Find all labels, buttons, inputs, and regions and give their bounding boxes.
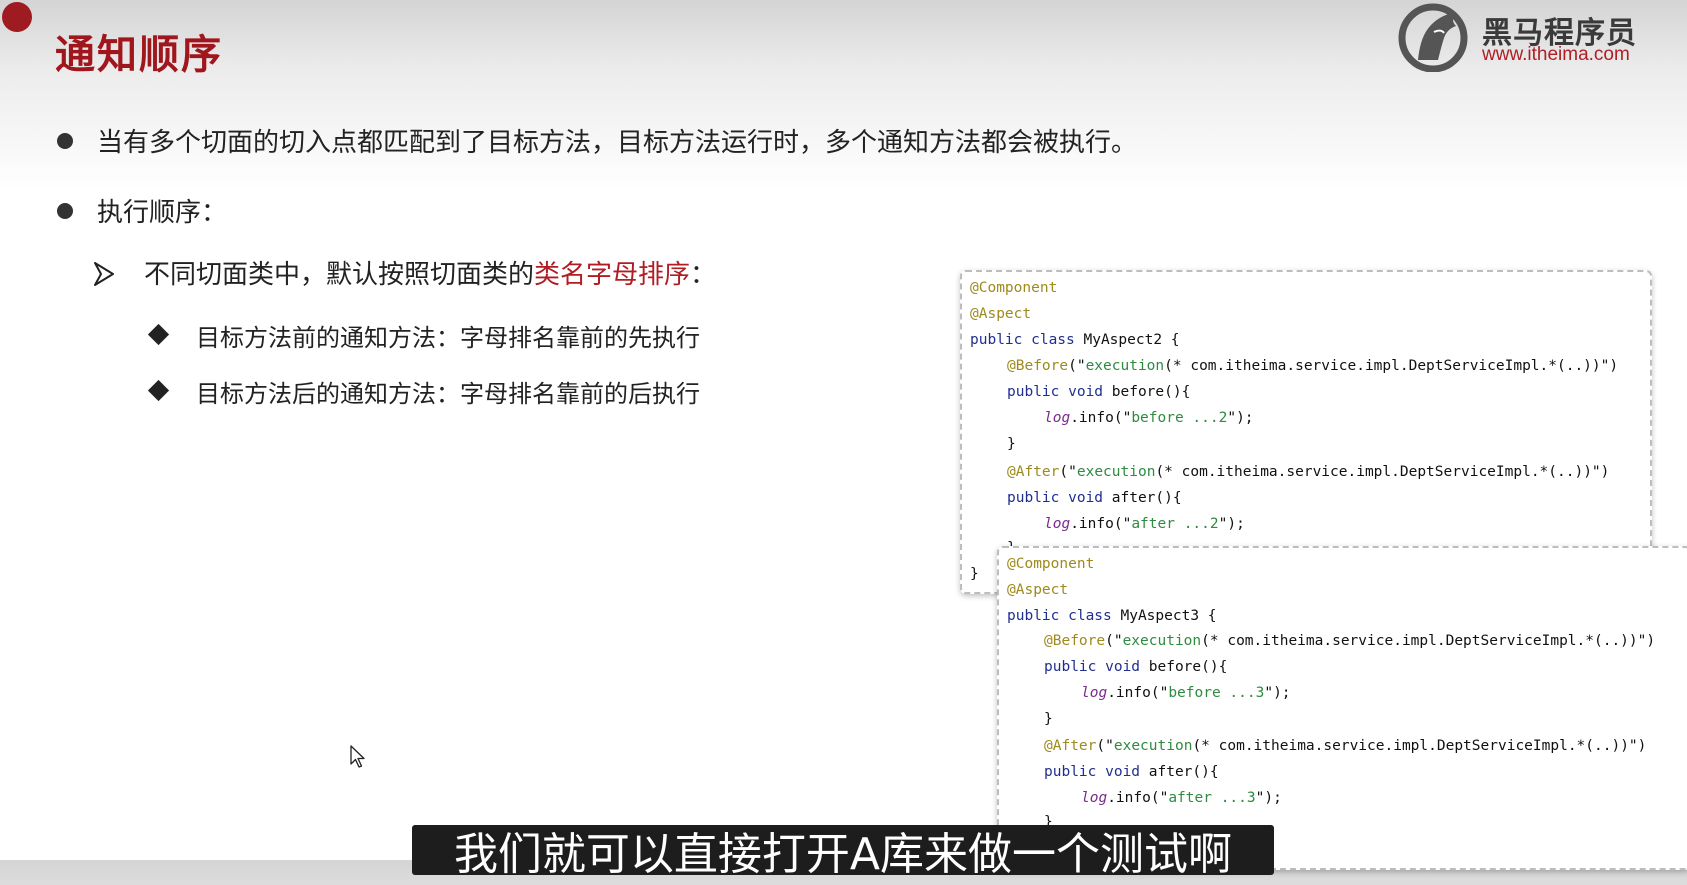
code-line: log.info("after ...3");: [1081, 790, 1282, 806]
bullet-text-1: 当有多个切面的切入点都匹配到了目标方法，目标方法运行时，多个通知方法都会被执行。: [97, 128, 1138, 158]
bullet-dot: [57, 133, 73, 149]
code-line: @Aspect: [1007, 582, 1069, 598]
code-line: public void after(){: [1007, 490, 1182, 506]
diamond-bullet-icon: [147, 323, 170, 346]
code-line: }: [1044, 711, 1053, 727]
video-subtitle-bar: 我们就可以直接打开A库来做一个测试啊: [412, 825, 1274, 880]
code-line: @After("execution(* com.itheima.service.…: [1044, 738, 1647, 754]
brand-url: www.itheima.com: [1482, 44, 1630, 65]
detail-text-2: 目标方法后的通知方法：字母排名靠前的后执行: [196, 380, 700, 408]
video-subtitle-text: 我们就可以直接打开A库来做一个测试啊: [453, 829, 1233, 880]
arrow-bullet-icon: [94, 262, 114, 286]
bullet-dot: [57, 203, 73, 219]
bullet-text-2: 执行顺序：: [97, 198, 228, 228]
code-line: public class MyAspect3 {: [1007, 608, 1217, 624]
horse-head-icon: [1398, 3, 1468, 72]
code-line: @Before("execution(* com.itheima.service…: [1007, 358, 1619, 374]
sub-point-prefix: 不同切面类中，默认按照切面类的: [144, 260, 535, 290]
code-line: @After("execution(* com.itheima.service.…: [1007, 464, 1610, 480]
corner-marker: [2, 2, 32, 32]
code-line: @Aspect: [970, 306, 1032, 322]
slide-title: 通知顺序: [55, 32, 223, 78]
code-line: log.info("before ...2");: [1044, 410, 1254, 426]
detail-text-1: 目标方法前的通知方法：字母排名靠前的先执行: [196, 324, 700, 352]
sub-point-highlight: 类名字母排序: [534, 260, 691, 290]
code-line: log.info("before ...3");: [1081, 685, 1291, 701]
code-line: }: [1007, 436, 1016, 452]
code-line: public void before(){: [1007, 384, 1191, 400]
code-line: public class MyAspect2 {: [970, 332, 1180, 348]
sub-point-text: 不同切面类中，默认按照切面类的类名字母排序：: [144, 254, 716, 291]
code-line: public void before(){: [1044, 659, 1228, 675]
code-line: }: [970, 566, 979, 582]
diamond-bullet-icon: [147, 379, 170, 402]
code-line: @Before("execution(* com.itheima.service…: [1044, 633, 1656, 649]
code-line: public void after(){: [1044, 764, 1219, 780]
mouse-cursor-icon: [350, 745, 365, 768]
brand-logo: 黑马程序员 www.itheima.com: [1398, 2, 1648, 72]
code-panel-aspect3: @Component @Aspect public class MyAspect…: [997, 546, 1687, 870]
code-line: @Component: [970, 280, 1058, 296]
sub-point-suffix: ：: [690, 260, 717, 290]
code-line: @Component: [1007, 556, 1095, 572]
code-line: log.info("after ...2");: [1044, 516, 1245, 532]
